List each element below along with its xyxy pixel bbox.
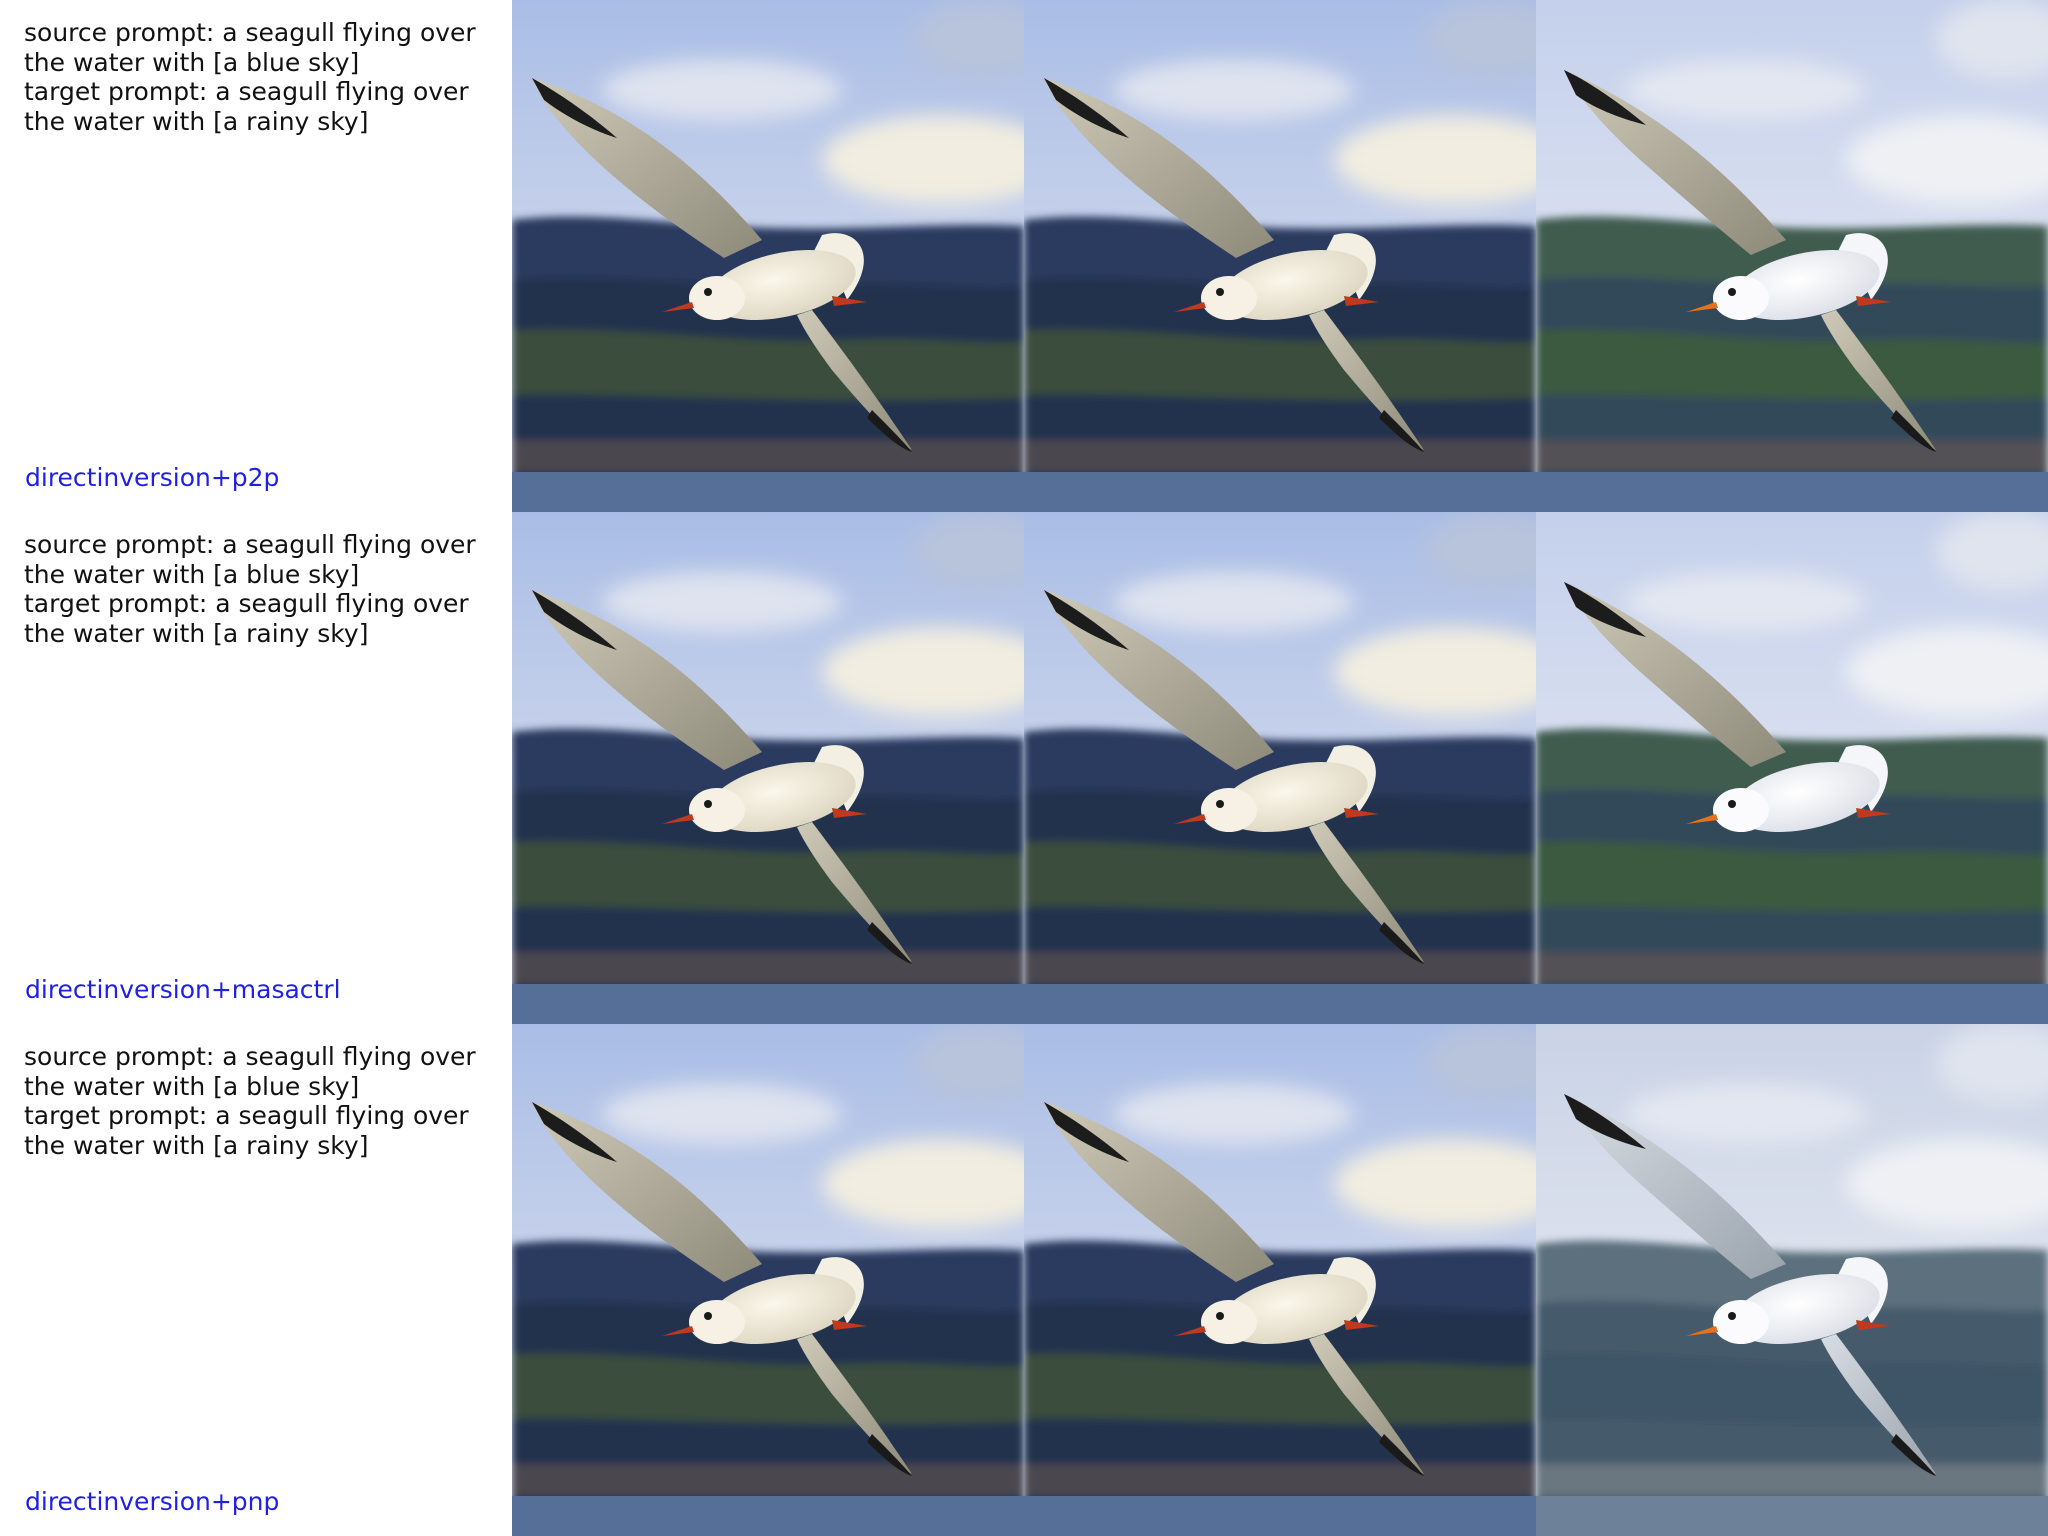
seagull-reconstruction-photo xyxy=(1024,512,1536,1024)
reconstruction-image xyxy=(1024,1024,1536,1536)
result-row: source prompt: a seagull flying over the… xyxy=(0,512,2048,1024)
seagull-source-photo xyxy=(512,512,1024,1024)
target-prompt-line-1: target prompt: a seagull flying over xyxy=(24,589,469,618)
result-row: source prompt: a seagull flying over the… xyxy=(0,0,2048,512)
source-image xyxy=(512,0,1024,512)
source-prompt-line-1: source prompt: a seagull flying over xyxy=(24,1042,476,1071)
source-prompt-line-2: the water with [a blue sky] xyxy=(24,1071,360,1101)
method-label: directinversion+masactrl xyxy=(25,975,341,1004)
seagull-edited-photo xyxy=(1536,1024,2048,1536)
seagull-edited-photo xyxy=(1536,0,2048,512)
reconstruction-image xyxy=(1024,512,1536,1024)
method-label: directinversion+p2p xyxy=(25,463,280,492)
seagull-reconstruction-photo xyxy=(1024,1024,1536,1536)
source-prompt-line-1: source prompt: a seagull flying over xyxy=(24,18,476,47)
edited-image xyxy=(1536,0,2048,512)
seagull-reconstruction-photo xyxy=(1024,0,1536,512)
seagull-source-photo xyxy=(512,1024,1024,1536)
source-prompt-line-2: the water with [a blue sky] xyxy=(24,559,360,589)
source-image xyxy=(512,1024,1024,1536)
comparison-grid: source prompt: a seagull flying over the… xyxy=(0,0,2048,1536)
prompt-text: source prompt: a seagull flying over the… xyxy=(24,18,494,136)
source-image xyxy=(512,512,1024,1024)
caption-cell: source prompt: a seagull flying over the… xyxy=(0,512,512,1024)
edited-image xyxy=(1536,1024,2048,1536)
target-prompt-line-2: the water with [a rainy sky] xyxy=(24,1130,369,1160)
prompt-text: source prompt: a seagull flying over the… xyxy=(24,1042,494,1160)
seagull-source-photo xyxy=(512,0,1024,512)
target-prompt-line-2: the water with [a rainy sky] xyxy=(24,106,369,136)
source-prompt-line-1: source prompt: a seagull flying over xyxy=(24,530,476,559)
caption-cell: source prompt: a seagull flying over the… xyxy=(0,1024,512,1536)
target-prompt-line-1: target prompt: a seagull flying over xyxy=(24,77,469,106)
result-row: source prompt: a seagull flying over the… xyxy=(0,1024,2048,1536)
caption-cell: source prompt: a seagull flying over the… xyxy=(0,0,512,512)
reconstruction-image xyxy=(1024,0,1536,512)
source-prompt-line-2: the water with [a blue sky] xyxy=(24,47,360,77)
edited-image xyxy=(1536,512,2048,1024)
target-prompt-line-1: target prompt: a seagull flying over xyxy=(24,1101,469,1130)
prompt-text: source prompt: a seagull flying over the… xyxy=(24,530,494,648)
target-prompt-line-2: the water with [a rainy sky] xyxy=(24,618,369,648)
seagull-edited-photo xyxy=(1536,512,2048,1024)
method-label: directinversion+pnp xyxy=(25,1487,280,1516)
